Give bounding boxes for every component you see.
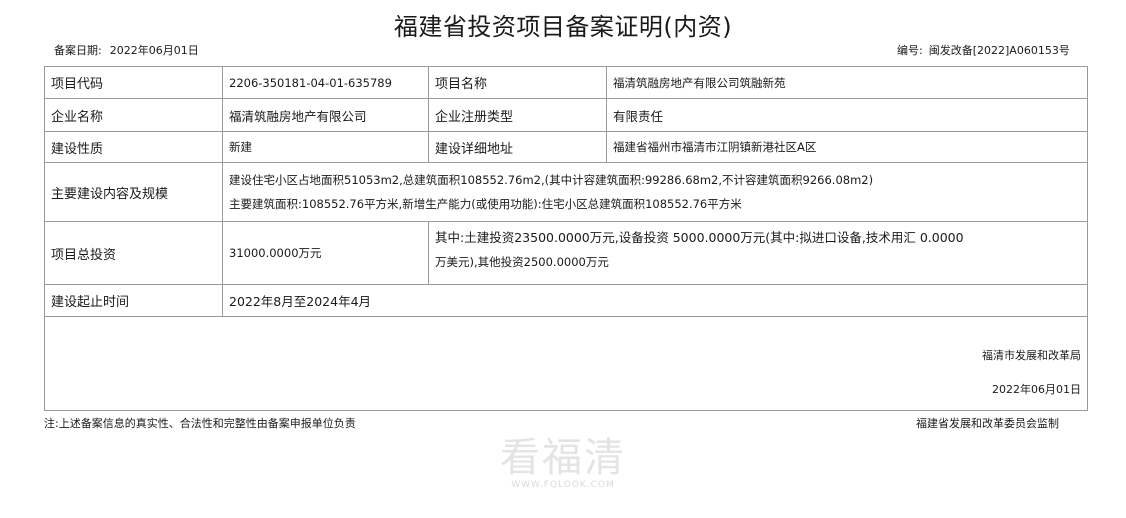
nature-label: 建设性质 [44,131,223,163]
watermark-url: WWW.FQLOOK.COM [511,480,615,490]
investment-label: 项目总投资 [44,221,223,285]
table-row: 项目代码 2206-350181-04-01-635789 项目名称 福清筑融房… [44,66,1088,99]
nature-value: 新建 [222,131,429,163]
address-label: 建设详细地址 [428,131,607,163]
reg-type-value: 有限责任 [606,98,1088,132]
table-row: 主要建设内容及规模 建设住宅小区占地面积51053m2,总建筑面积108552.… [44,162,1088,222]
address-value: 福建省福州市福清市江阴镇新港社区A区 [606,131,1088,163]
reg-type-label: 企业注册类型 [428,98,607,132]
table-row: 企业名称 福清筑融房地产有限公司 企业注册类型 有限责任 [44,98,1088,132]
signature-date: 2022年06月01日 [992,383,1081,396]
signature-block: 福清市发展和改革局 2022年06月01日 [44,316,1088,411]
filing-date-label: 备案日期: [54,44,102,57]
period-value: 2022年8月至2024年4月 [222,284,1088,317]
watermark-text: 看福清 [500,435,626,481]
project-code-label: 项目代码 [44,66,223,99]
document-number-value: 闽发改备[2022]A060153号 [928,44,1070,57]
period-label: 建设起止时间 [44,284,223,317]
document-title: 福建省投资项目备案证明(内资) [393,13,733,41]
project-name-label: 项目名称 [428,66,607,99]
scope-value: 建设住宅小区占地面积51053m2,总建筑面积108552.76m2,(其中计容… [222,162,1088,222]
table-row: 福清市发展和改革局 2022年06月01日 [44,316,1088,411]
footer-note: 注:上述备案信息的真实性、合法性和完整性由备案申报单位负责 [44,417,356,430]
watermark-logo: 看福清 WWW.FQLOOK.COM [493,436,633,490]
table-row: 项目总投资 31000.0000万元 其中:土建投资23500.0000万元,设… [44,221,1088,285]
investment-detail-line-2: 万美元),其他投资2500.0000万元 [435,255,609,269]
filing-date-value: 2022年06月01日 [109,44,199,57]
company-value: 福清筑融房地产有限公司 [222,98,429,132]
investment-detail-line-1: 其中:土建投资23500.0000万元,设备投资 5000.0000万元(其中:… [435,230,964,245]
investment-detail-value: 其中:土建投资23500.0000万元,设备投资 5000.0000万元(其中:… [428,221,1088,285]
company-label: 企业名称 [44,98,223,132]
table-row: 建设性质 新建 建设详细地址 福建省福州市福清市江阴镇新港社区A区 [44,131,1088,163]
signature-org: 福清市发展和改革局 [982,349,1081,362]
project-name-value: 福清筑融房地产有限公司筑融新苑 [606,66,1088,99]
scope-line-1: 建设住宅小区占地面积51053m2,总建筑面积108552.76m2,(其中计容… [229,173,874,187]
document-number: 编号: 闽发改备[2022]A060153号 [897,42,1070,58]
filing-table: 项目代码 2206-350181-04-01-635789 项目名称 福清筑融房… [44,66,1088,411]
project-code-value: 2206-350181-04-01-635789 [222,66,429,99]
table-row: 建设起止时间 2022年8月至2024年4月 [44,284,1088,317]
scope-line-2: 主要建筑面积:108552.76平方米,新增生产能力(或使用功能):住宅小区总建… [229,197,742,211]
filing-date: 备案日期: 2022年06月01日 [54,42,199,58]
scope-label: 主要建设内容及规模 [44,162,223,222]
footer-supervisor: 福建省发展和改革委员会监制 [916,417,1059,430]
investment-total-value: 31000.0000万元 [222,221,429,285]
document-number-label: 编号: [897,44,923,57]
